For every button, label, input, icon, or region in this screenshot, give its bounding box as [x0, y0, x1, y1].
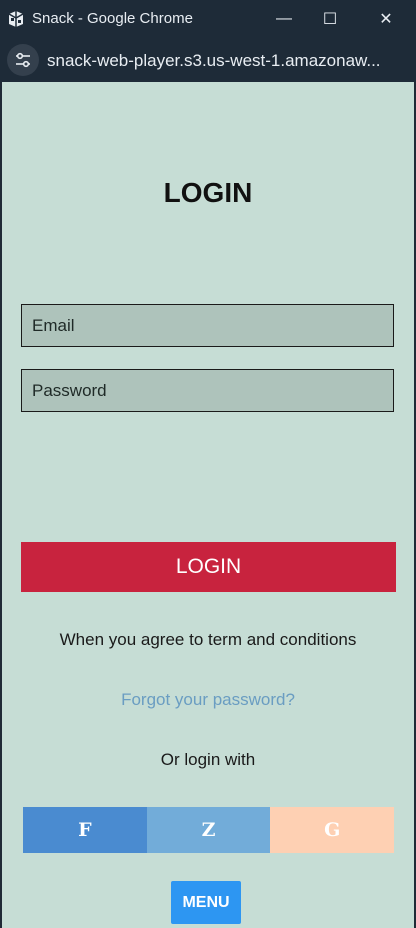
close-window-button[interactable]: ✕: [362, 0, 410, 38]
or-login-with-text: Or login with: [160, 750, 256, 769]
menu-button[interactable]: MENU: [171, 881, 241, 924]
close-icon: ✕: [379, 11, 393, 28]
zalo-icon: Z: [201, 819, 216, 841]
page-viewport: LOGIN LOGIN When you agree to term and c…: [2, 82, 414, 928]
terms-text: When you agree to term and conditions: [59, 630, 357, 649]
email-field[interactable]: [21, 304, 394, 347]
login-button[interactable]: LOGIN: [21, 542, 396, 592]
zalo-login-button[interactable]: Z: [146, 807, 271, 853]
url-text[interactable]: snack-web-player.s3.us-west-1.amazonaw..…: [47, 51, 381, 71]
social-login-row: F Z G: [23, 807, 395, 853]
page-title: LOGIN: [163, 177, 253, 208]
google-login-button[interactable]: G: [270, 807, 395, 853]
maximize-icon: ☐: [322, 11, 338, 28]
tune-icon: [16, 52, 30, 68]
facebook-login-button[interactable]: F: [23, 807, 147, 853]
password-field[interactable]: [21, 369, 394, 412]
site-info-button[interactable]: [7, 44, 39, 76]
facebook-icon: F: [78, 819, 92, 841]
address-bar: snack-web-player.s3.us-west-1.amazonaw..…: [0, 38, 416, 82]
forgot-password-link[interactable]: Forgot your password?: [2, 690, 414, 710]
snack-logo-icon: [8, 11, 24, 27]
window-titlebar: Snack - Google Chrome — ☐ ✕: [0, 0, 416, 38]
minimize-icon: —: [276, 10, 292, 27]
google-icon: G: [324, 819, 341, 841]
minimize-button[interactable]: —: [260, 0, 308, 38]
maximize-button[interactable]: ☐: [306, 0, 354, 38]
window-title: Snack - Google Chrome: [32, 10, 193, 27]
